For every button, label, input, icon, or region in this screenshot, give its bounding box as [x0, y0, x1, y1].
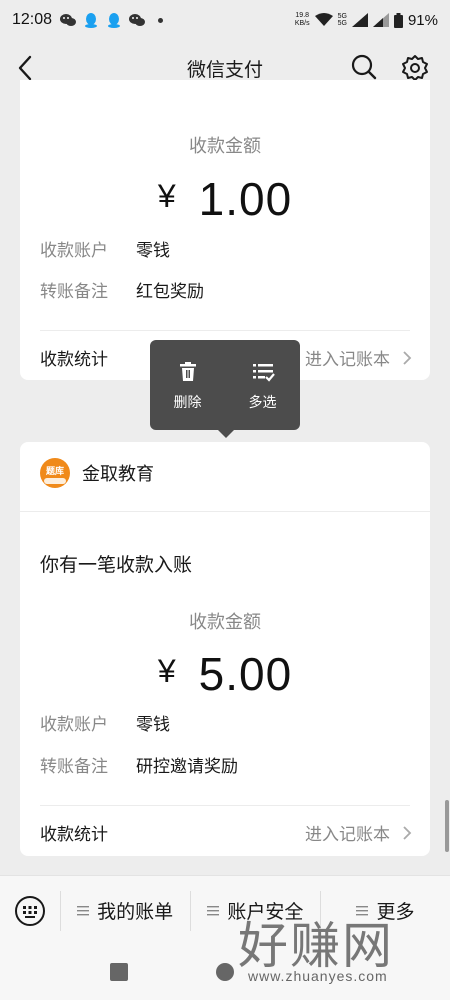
multiselect-menu-item[interactable]: 多选 — [225, 340, 300, 430]
amount-number: 1.00 — [198, 173, 293, 225]
signal-icon — [351, 13, 368, 27]
speed-unit: KB/s — [294, 20, 310, 27]
divider — [40, 805, 410, 806]
wifi-icon — [314, 13, 333, 26]
qq-icon — [108, 13, 121, 28]
network-1: 5G — [337, 13, 347, 20]
ledger-link[interactable]: 进入记账本 — [305, 820, 390, 845]
context-menu: 删除 多选 — [150, 340, 300, 438]
multiselect-icon — [252, 364, 275, 382]
status-right: 19.8 KB/s 5G 5G 91% — [295, 12, 438, 29]
delete-menu-item[interactable]: 删除 — [150, 340, 225, 430]
popup-arrow — [218, 430, 234, 438]
scrollbar[interactable] — [445, 800, 449, 852]
trash-icon — [179, 362, 196, 381]
back-icon[interactable] — [14, 54, 38, 82]
stats-label: 收款统计 — [40, 350, 108, 370]
dot-icon — [158, 17, 164, 23]
network-2: 5G — [337, 20, 347, 27]
chevron-right-icon — [403, 350, 412, 365]
ledger-link[interactable]: 进入记账本 — [305, 345, 390, 370]
currency-symbol: ¥ — [157, 178, 177, 214]
stats-label: 收款统计 — [40, 825, 108, 845]
payment-card-1[interactable]: 收款金额 ¥1.00 收款账户 零钱 转账备注 红包奖励 收款统计 进入记账本 — [20, 80, 430, 380]
merchant-name: 金取教育 — [82, 464, 154, 485]
divider — [20, 511, 430, 512]
qq-icon — [85, 13, 98, 28]
gear-icon[interactable] — [401, 54, 429, 82]
wechat-icon — [60, 14, 77, 26]
logo-bar — [44, 478, 66, 484]
row-value: 研控邀请奖励 — [136, 757, 238, 777]
network-speed: 19.8 KB/s — [295, 12, 310, 28]
menu-item-label: 删除 — [173, 395, 202, 411]
chevron-right-icon — [403, 825, 412, 840]
watermark-url: www.zhuanyes.com — [248, 968, 388, 984]
merchant-logo: 题库 — [40, 458, 70, 488]
payment-card-2[interactable]: 题库 金取教育 你有一笔收款入账 收款金额 ¥5.00 收款账户 零钱 转账备注… — [20, 442, 430, 856]
logo-text: 题库 — [45, 467, 64, 477]
watermark: 好赚网 www.zhuanyes.com — [238, 906, 438, 996]
divider — [40, 330, 410, 331]
page-title: 微信支付 — [186, 58, 263, 81]
battery-percent: 91% — [407, 11, 438, 29]
row-key: 转账备注 — [40, 282, 108, 302]
receive-account-row: 收款账户 零钱 — [40, 236, 170, 261]
speed-value: 19.8 — [295, 12, 310, 19]
home-button[interactable] — [216, 963, 234, 981]
status-time: 12:08 — [12, 11, 53, 28]
status-bar: 12:08 19.8 KB/s 5G 5G 91% — [0, 0, 450, 40]
row-key: 收款账户 — [40, 715, 108, 735]
menu-item-label: 多选 — [248, 395, 277, 411]
currency-symbol: ¥ — [157, 653, 177, 689]
amount-label: 收款金额 — [189, 136, 261, 157]
amount-value: ¥5.00 — [20, 647, 430, 701]
wechat-icon — [129, 14, 146, 26]
keyboard-icon — [14, 895, 45, 926]
keyboard-toggle[interactable] — [0, 895, 60, 927]
amount-label: 收款金额 — [189, 612, 261, 633]
row-value: 零钱 — [136, 241, 170, 261]
recents-button[interactable] — [110, 963, 128, 981]
network-type: 5G 5G — [338, 13, 347, 27]
row-value: 红包奖励 — [136, 282, 204, 302]
merchant-header[interactable]: 题库 金取教育 — [40, 458, 154, 488]
signal-icon — [372, 13, 389, 27]
transfer-note-row: 转账备注 红包奖励 — [40, 277, 204, 302]
search-icon[interactable] — [351, 54, 377, 80]
battery-icon — [393, 12, 403, 28]
menu-icon — [77, 905, 90, 915]
menu-label: 我的账单 — [97, 901, 174, 923]
transfer-note-row: 转账备注 研控邀请奖励 — [40, 752, 238, 777]
receive-account-row: 收款账户 零钱 — [40, 710, 170, 735]
row-key: 转账备注 — [40, 757, 108, 777]
amount-number: 5.00 — [198, 648, 293, 700]
notice-text: 你有一笔收款入账 — [40, 554, 193, 576]
amount-value: ¥1.00 — [20, 172, 430, 226]
stats-row[interactable]: 收款统计 进入记账本 — [40, 820, 412, 845]
my-bills-menu[interactable]: 我的账单 — [61, 876, 190, 945]
row-value: 零钱 — [136, 715, 170, 735]
row-key: 收款账户 — [40, 241, 108, 261]
menu-icon — [207, 905, 220, 915]
